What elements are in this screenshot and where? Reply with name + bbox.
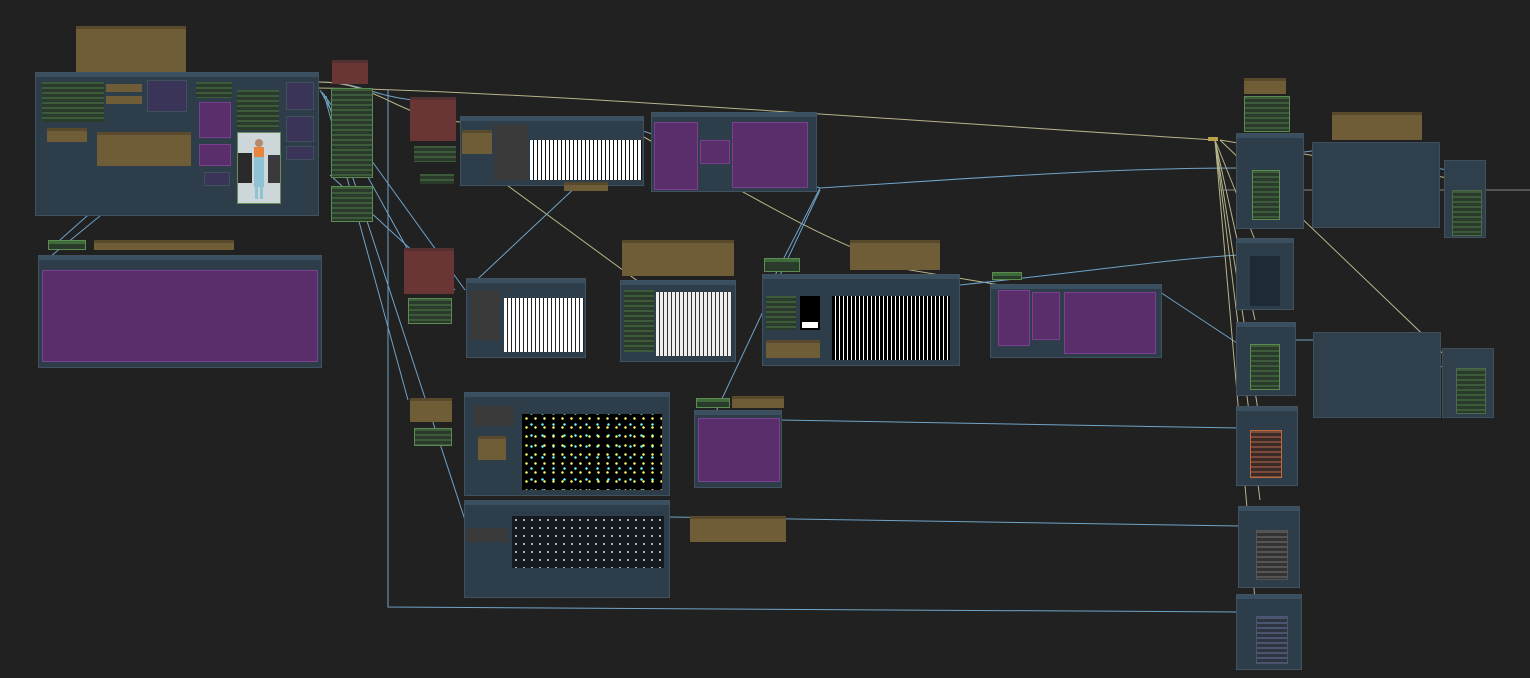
note-node[interactable] xyxy=(462,130,492,154)
mask-preview-icon xyxy=(700,140,730,164)
node-widget[interactable] xyxy=(1208,137,1218,141)
group-title-bar xyxy=(1237,323,1295,327)
node[interactable] xyxy=(992,272,1022,280)
node-widget[interactable] xyxy=(474,406,514,426)
node-widget-stack[interactable] xyxy=(414,146,456,162)
group-title-bar xyxy=(652,113,816,117)
node[interactable] xyxy=(404,248,454,294)
node[interactable] xyxy=(332,60,368,84)
group-title-bar xyxy=(695,411,781,415)
noise-preview-icon xyxy=(832,296,950,360)
node-widget-stack[interactable] xyxy=(1244,96,1290,132)
node-widget-stack[interactable] xyxy=(331,88,373,178)
noise-preview-icon xyxy=(522,414,662,490)
mask-preview-icon xyxy=(1064,292,1156,354)
node[interactable] xyxy=(286,146,314,160)
node-widget-stack[interactable] xyxy=(1456,368,1486,414)
note-node[interactable] xyxy=(622,240,734,276)
node-widget-stack[interactable] xyxy=(1452,190,1482,236)
group-title-bar xyxy=(1237,407,1297,411)
note-node[interactable] xyxy=(478,436,506,460)
node[interactable] xyxy=(1313,332,1441,418)
group-title-bar xyxy=(1239,507,1299,511)
node-widget-stack[interactable] xyxy=(766,296,796,330)
mask-preview-icon xyxy=(199,102,231,138)
note-node[interactable] xyxy=(97,132,191,166)
mask-preview-icon xyxy=(654,122,698,190)
noise-preview-icon xyxy=(656,292,732,356)
node-widget-stack[interactable] xyxy=(1252,170,1280,220)
group-title-bar xyxy=(763,275,959,279)
node[interactable] xyxy=(204,172,230,186)
node-widget-stack[interactable] xyxy=(42,82,104,122)
noise-preview-icon xyxy=(504,298,584,352)
node-widget-stack[interactable] xyxy=(414,428,452,446)
node[interactable] xyxy=(696,398,730,408)
link-wire xyxy=(779,419,1241,429)
note-node[interactable] xyxy=(690,516,786,542)
node-widget-stack[interactable] xyxy=(1250,344,1280,390)
group-title-bar xyxy=(1237,134,1303,138)
group-title-bar xyxy=(1237,239,1293,243)
group-title-bar xyxy=(467,279,585,283)
node[interactable] xyxy=(410,97,456,141)
node-widget[interactable] xyxy=(802,322,818,328)
node-widget[interactable] xyxy=(106,84,142,92)
note-node[interactable] xyxy=(850,240,940,270)
node[interactable] xyxy=(1312,142,1440,228)
node-widget-stack[interactable] xyxy=(408,298,452,324)
note-node[interactable] xyxy=(1244,78,1286,94)
group-title-bar xyxy=(39,256,321,260)
noise-preview-icon xyxy=(512,516,664,568)
mask-preview-icon xyxy=(698,418,780,482)
mask-preview-icon xyxy=(1032,292,1060,340)
note-node[interactable] xyxy=(1332,112,1422,140)
group-title-bar xyxy=(621,281,735,285)
node-widget-stack[interactable] xyxy=(1256,616,1288,664)
group-title-bar xyxy=(465,393,669,397)
node-widget[interactable] xyxy=(466,528,508,542)
note-node[interactable] xyxy=(76,26,186,72)
node-widget-stack[interactable] xyxy=(1250,430,1282,478)
node-widget-stack[interactable] xyxy=(420,174,454,184)
reference-photo-icon xyxy=(237,132,281,204)
group-title-bar xyxy=(1237,595,1301,599)
node-widget[interactable] xyxy=(494,124,528,180)
node-widget-stack[interactable] xyxy=(624,290,654,352)
noise-preview-icon xyxy=(530,140,642,180)
node-widget[interactable] xyxy=(470,290,500,340)
node[interactable] xyxy=(48,240,86,250)
group-title-bar xyxy=(465,501,669,505)
note-node[interactable] xyxy=(564,182,608,191)
link-wire xyxy=(1159,291,1241,346)
link-wire xyxy=(465,182,581,291)
node-graph-canvas[interactable] xyxy=(0,0,1530,678)
group-title-bar xyxy=(461,117,643,121)
link-wire xyxy=(959,254,1241,286)
node[interactable] xyxy=(286,82,314,110)
note-node[interactable] xyxy=(47,128,87,142)
node-widget-stack[interactable] xyxy=(331,186,373,222)
node[interactable] xyxy=(764,258,800,272)
mask-preview-icon xyxy=(199,144,231,166)
node-widget[interactable] xyxy=(106,96,142,104)
mask-preview-icon xyxy=(998,290,1030,346)
group-title-bar xyxy=(36,73,318,77)
node-widget[interactable] xyxy=(1250,256,1280,306)
node[interactable] xyxy=(147,80,187,112)
mask-preview-icon xyxy=(42,270,318,362)
note-node[interactable] xyxy=(732,396,784,408)
note-node[interactable] xyxy=(766,340,820,358)
note-node[interactable] xyxy=(94,240,234,250)
node-widget-stack[interactable] xyxy=(1256,530,1288,580)
group-title-bar xyxy=(991,285,1161,289)
mask-preview-icon xyxy=(732,122,808,188)
note-node[interactable] xyxy=(410,398,452,422)
node[interactable] xyxy=(286,116,314,142)
link-wire xyxy=(819,167,1241,189)
node-widget-stack[interactable] xyxy=(237,90,279,130)
node-widget-stack[interactable] xyxy=(196,82,232,98)
